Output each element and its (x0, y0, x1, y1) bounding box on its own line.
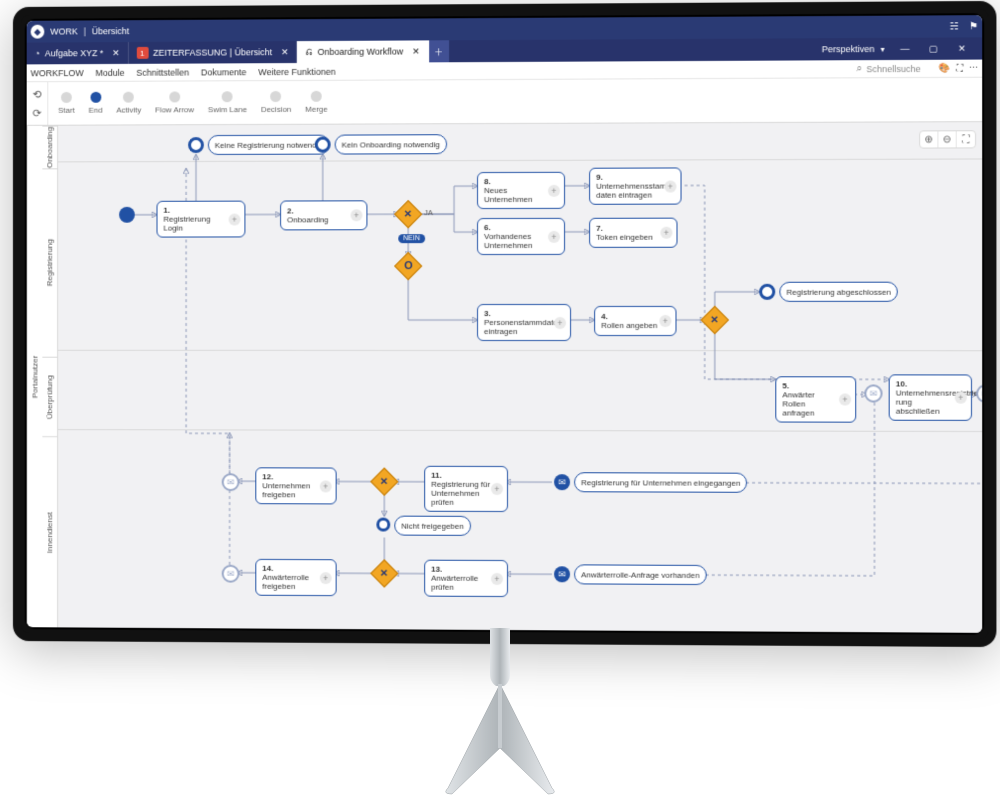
plus-icon[interactable]: + (491, 572, 503, 584)
end-event-reg-done[interactable] (759, 284, 775, 300)
menu-dokumente[interactable]: Dokumente (201, 67, 247, 77)
notification-badge: 1 (136, 47, 148, 59)
menu-schnittstellen[interactable]: Schnittstellen (136, 67, 189, 77)
pool-portalnutzer[interactable]: Portalnutzer (27, 126, 43, 628)
task-2-onboarding[interactable]: 2.Onboarding+ (280, 200, 367, 230)
tab-zeiterfassung[interactable]: 1 ZEITERFASSUNG | Übersicht ✕ (128, 41, 297, 64)
close-icon[interactable]: ✕ (281, 47, 288, 58)
plus-icon[interactable]: + (664, 180, 676, 192)
lane-innendienst[interactable]: Innendienst (42, 436, 57, 628)
menu-workflow[interactable]: WORKFLOW (31, 68, 84, 78)
pill-anfrage[interactable]: Anwärterrolle-Anfrage vorhanden (574, 564, 706, 585)
workflow-canvas[interactable]: ⊕ ⊖ ⛶ (58, 122, 982, 633)
lane-onboarding[interactable]: Onboarding (42, 126, 57, 168)
app-title: WORK (50, 26, 78, 36)
pill-reg-company[interactable]: Registrierung für Unternehmen eingegange… (574, 472, 747, 493)
palette-icon[interactable]: 🎨 (939, 63, 950, 74)
task-3-personenstammdaten[interactable]: 3.Personenstammdaten eintragen+ (477, 304, 571, 341)
more-icon[interactable]: ⋯ (969, 63, 978, 74)
task-12-unternehmen-freigeben[interactable]: 12.Unternehmen freigeben+ (255, 467, 336, 504)
task-9-unternehmensstammdaten[interactable]: 9.Unternehmensstamm­daten eintragen+ (589, 167, 681, 204)
task-11-registrierung-pruefen[interactable]: 11.Registrierung für Unter­nehmen prüfen… (424, 466, 508, 512)
refresh-icon[interactable]: ⟳ (32, 106, 41, 119)
tab-onboarding-workflow[interactable]: ⎌ Onboarding Workflow ✕ (297, 40, 428, 63)
app-icon: ◆ (31, 25, 45, 39)
new-tab-button[interactable]: ＋ (429, 40, 449, 62)
plus-icon[interactable]: + (955, 392, 967, 404)
undo-icon[interactable]: ⟲ (32, 88, 41, 101)
mail-event-t5[interactable]: ✉ (864, 384, 882, 402)
task-14-anwaerterrolle-freigeben[interactable]: 14.Anwärterrolle freigeben+ (255, 559, 336, 596)
maximize-button[interactable]: ▢ (919, 43, 947, 54)
menu-module[interactable]: Module (95, 67, 124, 77)
plus-icon[interactable]: + (548, 230, 560, 242)
plus-icon[interactable]: + (320, 572, 332, 584)
perspective-dropdown[interactable]: Perspektiven (822, 44, 875, 54)
plus-icon[interactable]: + (660, 227, 672, 239)
end-event-no-reg[interactable] (188, 137, 204, 153)
menu-weitere[interactable]: Weitere Funktionen (258, 66, 335, 76)
pill-no-onboarding[interactable]: Kein Onboarding notwendig (335, 134, 447, 154)
close-icon[interactable]: ✕ (412, 46, 420, 57)
plus-icon[interactable]: + (320, 480, 332, 492)
lane-registrierung[interactable]: Registrierung (42, 168, 57, 356)
chevron-down-icon: ▾ (881, 44, 885, 53)
mail-event-t12[interactable]: ✉ (222, 473, 240, 491)
message-event-anfrage[interactable]: ✉ (554, 566, 570, 582)
shape-palette: ⟲ ⟳ Start End Activity Flow Arrow Swim L… (27, 78, 982, 126)
pill-no-registration[interactable]: Keine Registrierung notwendig (208, 135, 330, 155)
palette-start[interactable]: Start (58, 92, 75, 115)
tab-aufgabe[interactable]: ◔ Aufgabe XYZ * ✕ (27, 42, 129, 64)
lane-ueberpruefung[interactable]: Überprüfung (42, 357, 57, 436)
pill-reg-done[interactable]: Registrierung abgeschlossen (779, 282, 898, 302)
bookmark-icon[interactable]: ☵ (950, 21, 959, 32)
flame-icon: ◔ (35, 48, 40, 58)
plus-icon[interactable]: + (839, 393, 851, 405)
palette-merge[interactable]: Merge (305, 91, 328, 114)
search-input[interactable]: Schnellsuche (866, 63, 920, 73)
plus-icon[interactable]: + (229, 213, 241, 225)
palette-flow-arrow[interactable]: Flow Arrow (155, 91, 194, 114)
task-7-token-eingeben[interactable]: 7.Token eingeben+ (589, 218, 677, 248)
palette-decision[interactable]: Decision (261, 91, 291, 114)
plus-icon[interactable]: + (548, 184, 560, 196)
task-13-anwaerterrolle-pruefen[interactable]: 13.Anwärterrolle prüfen+ (424, 560, 508, 597)
start-event[interactable] (119, 207, 135, 223)
task-6-vorhandenes-unternehmen[interactable]: 6.Vorhandenes Unternehmen+ (477, 218, 565, 255)
plus-icon[interactable]: + (554, 316, 566, 328)
workflow-icon: ⎌ (305, 47, 312, 58)
minimize-button[interactable]: — (891, 43, 919, 54)
message-event-reg-company[interactable]: ✉ (554, 474, 570, 490)
pill-not-released[interactable]: Nicht freigegeben (394, 516, 470, 536)
task-4-rollen-angeben[interactable]: 4.Rollen angeben+ (594, 306, 676, 336)
monitor-stand (440, 628, 560, 808)
close-button[interactable]: ✕ (948, 43, 976, 54)
palette-swim-lane[interactable]: Swim Lane (208, 91, 247, 114)
end-event-no-onboarding[interactable] (315, 137, 331, 153)
gateway-label-nein: NEIN (398, 234, 425, 243)
end-event-not-released[interactable] (376, 518, 390, 532)
task-5-anwaerter-rollen[interactable]: 5.Anwärter Rollen anfragen+ (775, 376, 856, 422)
gateway-label-ja: JA (424, 208, 433, 217)
app-screen: ◆ WORK | Übersicht ☵ ⚑ ◔ Aufgabe XYZ * ✕… (27, 15, 982, 633)
palette-end[interactable]: End (88, 92, 102, 115)
palette-activity[interactable]: Activity (116, 92, 141, 115)
page-title: Übersicht (92, 26, 129, 36)
task-8-neues-unternehmen[interactable]: 8.Neues Unternehmen+ (477, 172, 565, 209)
task-10-unternehmensregistrierung[interactable]: 10.Unternehmensregistrie­rung abschließe… (889, 374, 972, 421)
close-icon[interactable]: ✕ (112, 48, 119, 59)
plus-icon[interactable]: + (659, 315, 671, 327)
mail-event-t14[interactable]: ✉ (222, 565, 240, 583)
fullscreen-icon[interactable]: ⛶ (956, 63, 962, 74)
task-1-registrierung-login[interactable]: 1.Registrierung Login+ (157, 201, 246, 238)
monitor-frame: ◆ WORK | Übersicht ☵ ⚑ ◔ Aufgabe XYZ * ✕… (13, 1, 996, 647)
plus-icon[interactable]: + (491, 483, 503, 495)
alert-icon[interactable]: ⚑ (969, 21, 978, 32)
plus-icon[interactable]: + (351, 209, 363, 221)
search-icon: ⌕ (857, 63, 863, 74)
